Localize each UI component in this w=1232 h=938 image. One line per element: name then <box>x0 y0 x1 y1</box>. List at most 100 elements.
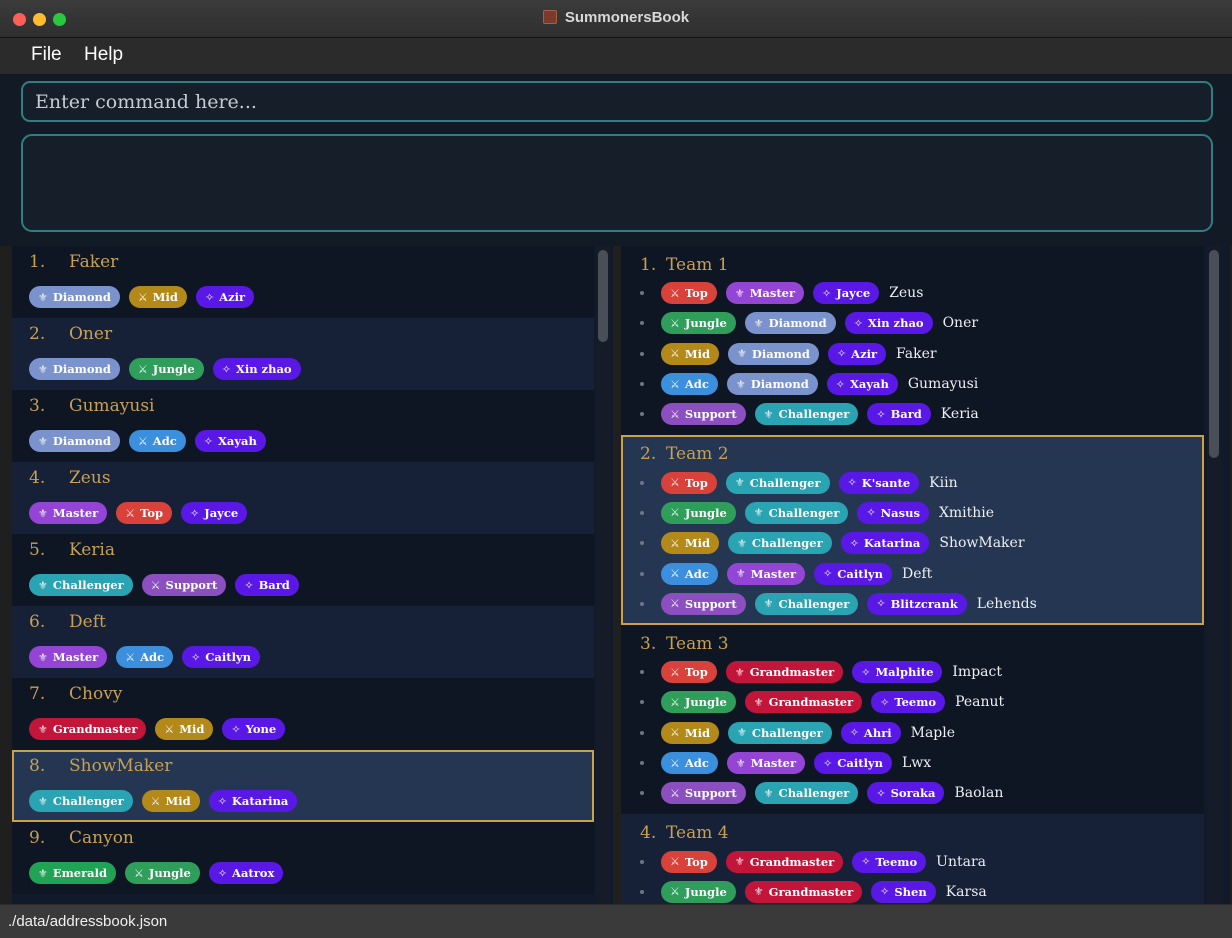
rank-tag-label: Grandmaster <box>749 854 835 869</box>
rank-tag: ⚜ Grandmaster <box>725 850 844 873</box>
rank-icon: ⚜ <box>737 726 747 740</box>
role-tag: ⚔ Support <box>661 782 746 805</box>
role-icon: ⚔ <box>134 866 144 880</box>
rank-icon: ⚜ <box>753 885 764 899</box>
role-icon: ⚔ <box>137 362 148 376</box>
role-tag: ⚔ Mid <box>128 286 187 308</box>
menu-bar: File Help <box>0 38 1232 74</box>
team-member-row: ⚔ Support ⚜ Challenger ✧ Blitzcrank Lehends <box>640 589 1204 619</box>
team-member-row: ⚔ Adc ⚜ Master ✧ Caitlyn Lwx <box>640 748 1204 778</box>
champion-icon: ✧ <box>866 506 876 520</box>
team-index: 1. <box>640 255 657 275</box>
role-tag: ⚔ Jungle <box>128 358 204 380</box>
role-tag-label: Adc <box>684 377 709 392</box>
person-tags: ⚜ Challenger ⚔ Support ✧ Bard <box>29 574 299 596</box>
role-tag-label: Mid <box>684 536 711 551</box>
rank-tag-label: Diamond <box>52 362 111 376</box>
command-input[interactable] <box>21 81 1213 122</box>
person-list-panel[interactable]: 1. Faker ⚜ Diamond ⚔ Mid ✧ Azir 2. Oner ⚜ Diamond ⚔ J… <box>12 246 613 904</box>
role-tag: ⚔ Adc <box>661 373 718 396</box>
champion-icon: ✧ <box>231 722 241 736</box>
team-member-name: Keria <box>940 406 979 423</box>
rank-tag-label: Master <box>52 506 99 520</box>
rank-tag-label: Diamond <box>750 377 809 392</box>
team-member-row: ⚔ Top ⚜ Challenger ✧ K'sante Kiin <box>640 467 1204 497</box>
team-card[interactable]: 3. Team 3 ⚔ Top ⚜ Grandmaster ✧ Malphite Impact ⚔… <box>621 624 1204 815</box>
rank-tag-label: Master <box>749 286 796 301</box>
role-icon: ⚔ <box>137 434 148 448</box>
person-tags: ⚜ Diamond ⚔ Mid ✧ Azir <box>29 286 255 308</box>
menu-file[interactable]: File <box>31 44 62 66</box>
team-card[interactable]: 1. Team 1 ⚔ Top ⚜ Master ✧ Jayce Zeus ⚔ Jungle ⚜ Dia… <box>621 246 1204 436</box>
team-member-name: Baolan <box>954 785 1004 802</box>
person-name-line: 1. Faker <box>29 252 118 272</box>
team-member-row: ⚔ Jungle ⚜ Challenger ✧ Nasus Xmithie <box>640 498 1204 528</box>
team-card[interactable]: 2. Team 2 ⚔ Top ⚜ Challenger ✧ K'sante Kiin ⚔ Jung… <box>621 435 1204 625</box>
role-tag: ⚔ Top <box>661 471 717 494</box>
role-icon: ⚔ <box>670 476 680 490</box>
team-card[interactable]: 4. Team 4 ⚔ Top ⚜ Grandmaster ✧ Teemo Untara ⚔ Jun… <box>621 814 1204 904</box>
person-card[interactable]: 6. Deft ⚜ Master ⚔ Adc ✧ Caitlyn <box>12 606 594 678</box>
rank-icon: ⚜ <box>763 597 774 611</box>
rank-icon: ⚜ <box>38 722 48 736</box>
rank-icon: ⚜ <box>753 695 764 709</box>
person-list-scrolltrack[interactable] <box>596 246 610 904</box>
team-list-panel[interactable]: 1. Team 1 ⚔ Top ⚜ Master ✧ Jayce Zeus ⚔ Jungle ⚜ Dia… <box>621 246 1230 904</box>
role-tag: ⚔ Jungle <box>661 501 736 524</box>
person-index: 3. <box>29 396 46 416</box>
champ-tag-label: Katarina <box>231 794 289 808</box>
champ-tag: ✧ Caitlyn <box>814 752 892 774</box>
person-card[interactable]: 3. Gumayusi ⚜ Diamond ⚔ Adc ✧ Xayah <box>12 390 594 462</box>
person-card[interactable]: 5. Keria ⚜ Challenger ⚔ Support ✧ Bard <box>12 534 594 606</box>
team-member-name: Faker <box>896 345 937 362</box>
champion-icon: ✧ <box>823 567 833 581</box>
role-tag: ⚔ Top <box>661 661 717 684</box>
role-tag: ⚔ Jungle <box>125 862 200 884</box>
menu-help[interactable]: Help <box>84 44 123 66</box>
role-icon: ⚔ <box>670 506 680 520</box>
role-tag: ⚔ Jungle <box>661 880 736 903</box>
role-icon: ⚔ <box>670 536 680 550</box>
person-list-scrollbar[interactable] <box>598 250 608 342</box>
champion-icon: ✧ <box>244 578 254 592</box>
role-tag: ⚔ Mid <box>661 342 720 365</box>
person-card[interactable]: 9. Canyon ⚜ Emerald ⚔ Jungle ✧ Aatrox <box>12 822 594 894</box>
person-card[interactable]: 4. Zeus ⚜ Master ⚔ Top ✧ Jayce <box>12 462 594 534</box>
team-list-scrollbar[interactable] <box>1209 250 1219 458</box>
team-member-row: ⚔ Jungle ⚜ Grandmaster ✧ Teemo Peanut <box>640 687 1204 717</box>
team-member-row: ⚔ Top ⚜ Grandmaster ✧ Teemo Untara <box>640 846 1204 876</box>
team-member-name: Karsa <box>945 883 987 900</box>
role-icon: ⚔ <box>670 567 680 581</box>
champion-icon: ✧ <box>880 695 890 709</box>
champ-tag-label: K'sante <box>861 475 911 490</box>
champ-tag: ✧ Bard <box>867 403 931 426</box>
role-tag-label: Jungle <box>684 884 727 899</box>
role-icon: ⚔ <box>670 786 680 800</box>
result-display[interactable] <box>21 134 1213 232</box>
role-tag-label: Adc <box>140 650 165 664</box>
champ-tag: ✧ Xin zhao <box>212 358 301 380</box>
team-member-name: Peanut <box>955 694 1005 711</box>
champ-tag: ✧ Xayah <box>826 373 898 396</box>
role-tag: ⚔ Mid <box>141 790 200 812</box>
rank-tag: ⚜ Diamond <box>29 286 120 308</box>
person-card[interactable]: 1. Faker ⚜ Diamond ⚔ Mid ✧ Azir <box>12 246 594 318</box>
champ-tag: ✧ Aatrox <box>208 862 284 884</box>
champion-icon: ✧ <box>876 786 886 800</box>
team-member-name: Untara <box>936 853 986 870</box>
window-titlebar: SummonersBook <box>0 0 1232 38</box>
rank-icon: ⚜ <box>38 650 48 664</box>
rank-tag: ⚜ Challenger <box>754 403 859 426</box>
team-title: 1. Team 1 <box>640 252 1204 278</box>
champion-icon: ✧ <box>849 536 859 550</box>
person-tags: ⚜ Diamond ⚔ Adc ✧ Xayah <box>29 430 266 452</box>
person-card[interactable]: 8. ShowMaker ⚜ Challenger ⚔ Mid ✧ Katarina <box>12 750 594 822</box>
rank-tag-label: Challenger <box>778 596 850 611</box>
champ-tag: ✧ Blitzcrank <box>867 592 967 615</box>
person-card[interactable]: 2. Oner ⚜ Diamond ⚔ Jungle ✧ Xin zhao <box>12 318 594 390</box>
role-tag: ⚔ Adc <box>661 562 718 585</box>
role-tag: ⚔ Mid <box>155 718 214 740</box>
champion-icon: ✧ <box>853 316 863 330</box>
person-card[interactable]: 7. Chovy ⚜ Grandmaster ⚔ Mid ✧ Yone <box>12 678 594 750</box>
champion-icon: ✧ <box>217 794 227 808</box>
